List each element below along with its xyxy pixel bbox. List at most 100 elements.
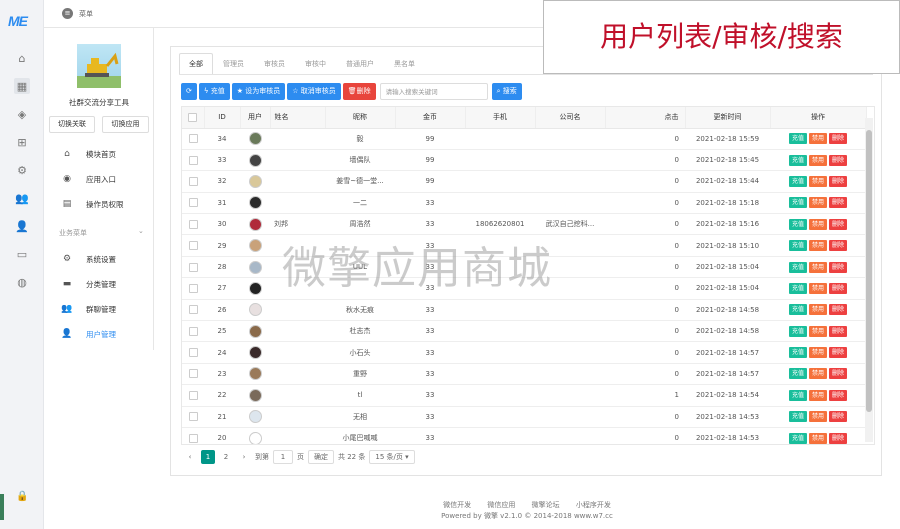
footer-link[interactable]: 小程序开发 xyxy=(576,501,611,509)
row-delete-button[interactable]: 删除 xyxy=(829,154,848,166)
sidebar-item-operator-perms[interactable]: ▤ 操作员权限 xyxy=(44,192,154,216)
page-size-select[interactable]: 15 条/页 ▾ xyxy=(369,450,415,464)
row-ban-button[interactable]: 禁用 xyxy=(808,282,827,294)
sidebar-item-app-entry[interactable]: ◉ 应用入口 xyxy=(44,167,154,191)
apps-icon[interactable]: ⊞ xyxy=(14,134,30,150)
grid-icon[interactable]: ▦ xyxy=(14,78,30,94)
refresh-button[interactable]: ⟳ xyxy=(181,83,197,100)
row-delete-button[interactable]: 删除 xyxy=(829,304,848,316)
row-ban-button[interactable]: 禁用 xyxy=(808,432,827,444)
row-ban-button[interactable]: 禁用 xyxy=(808,261,827,273)
row-checkbox[interactable] xyxy=(188,176,198,186)
row-checkbox[interactable] xyxy=(188,305,198,315)
goto-confirm-button[interactable]: 确定 xyxy=(308,450,334,464)
row-recharge-button[interactable]: 充值 xyxy=(788,368,807,380)
row-recharge-button[interactable]: 充值 xyxy=(788,175,807,187)
sidebar-item-module-home[interactable]: ⌂ 模块首页 xyxy=(44,142,154,166)
row-ban-button[interactable]: 禁用 xyxy=(808,389,827,401)
table-row[interactable]: 20 小尾巴喊喊 33 0 2021-02-18 14:53 充值 禁用 删除 xyxy=(182,427,866,444)
tab-pending[interactable]: 审核中 xyxy=(295,53,336,75)
header-coins[interactable]: 金币 xyxy=(395,107,466,129)
menu-label[interactable]: 菜单 xyxy=(79,9,93,19)
row-recharge-button[interactable]: 充值 xyxy=(788,133,807,145)
row-recharge-button[interactable]: 充值 xyxy=(788,389,807,401)
row-ban-button[interactable]: 禁用 xyxy=(808,304,827,316)
row-checkbox[interactable] xyxy=(188,134,198,144)
row-delete-button[interactable]: 删除 xyxy=(829,389,848,401)
search-input[interactable] xyxy=(379,83,488,100)
row-checkbox[interactable] xyxy=(188,433,198,443)
switch-link-button[interactable]: 切换关联 xyxy=(49,116,95,133)
table-row[interactable]: 34 毅 99 0 2021-02-18 15:59 充值 禁用 删除 xyxy=(182,128,866,150)
row-recharge-button[interactable]: 充值 xyxy=(788,432,807,444)
table-row[interactable]: 22 tl 33 1 2021-02-18 14:54 充值 禁用 删除 xyxy=(182,384,866,407)
tab-admin[interactable]: 管理员 xyxy=(213,53,254,75)
recharge-button[interactable]: ϟ 充值 xyxy=(198,83,230,100)
row-delete-button[interactable]: 删除 xyxy=(829,325,848,337)
table-row[interactable]: 23 重野 33 0 2021-02-18 14:57 充值 禁用 删除 xyxy=(182,363,866,386)
table-row[interactable]: 32 姜雪~德一堂... 99 0 2021-02-18 15:44 充值 禁用 删除 xyxy=(182,170,866,193)
row-recharge-button[interactable]: 充值 xyxy=(788,218,807,230)
row-recharge-button[interactable]: 充值 xyxy=(788,411,807,423)
page-1-button[interactable]: 1 xyxy=(201,450,215,464)
row-ban-button[interactable]: 禁用 xyxy=(808,175,827,187)
tab-auditor[interactable]: 审核员 xyxy=(254,53,295,75)
table-scrollbar[interactable] xyxy=(865,118,873,442)
lock-icon[interactable]: 🔒 xyxy=(16,491,28,502)
row-delete-button[interactable]: 删除 xyxy=(829,197,848,209)
row-ban-button[interactable]: 禁用 xyxy=(808,240,827,252)
row-checkbox[interactable] xyxy=(188,369,198,379)
sidebar-item-category[interactable]: ▬ 分类管理 xyxy=(44,272,154,296)
prev-page-button[interactable]: ‹ xyxy=(183,450,197,464)
table-row[interactable]: 25 杜志杰 33 0 2021-02-18 14:58 充值 禁用 删除 xyxy=(182,320,866,343)
row-checkbox[interactable] xyxy=(188,155,198,165)
footer-link[interactable]: 微信开发 xyxy=(443,501,471,509)
footer-link[interactable]: 微擎论坛 xyxy=(532,501,560,509)
chevron-down-icon[interactable]: ⌄ xyxy=(138,227,144,235)
tab-all[interactable]: 全部 xyxy=(179,53,213,75)
sidebar-item-user-manage[interactable]: 👤 用户管理 xyxy=(44,322,154,346)
table-row[interactable]: 24 小石头 33 0 2021-02-18 14:57 充值 禁用 删除 xyxy=(182,341,866,364)
row-delete-button[interactable]: 删除 xyxy=(829,218,848,230)
row-delete-button[interactable]: 删除 xyxy=(829,282,848,294)
row-recharge-button[interactable]: 充值 xyxy=(788,197,807,209)
row-delete-button[interactable]: 删除 xyxy=(829,133,848,145)
row-checkbox[interactable] xyxy=(188,326,198,336)
row-ban-button[interactable]: 禁用 xyxy=(808,347,827,359)
tab-normal-user[interactable]: 普通用户 xyxy=(336,53,384,75)
row-checkbox[interactable] xyxy=(188,241,198,251)
row-ban-button[interactable]: 禁用 xyxy=(808,218,827,230)
row-checkbox[interactable] xyxy=(188,412,198,422)
row-ban-button[interactable]: 禁用 xyxy=(808,197,827,209)
users-icon[interactable]: 👥 xyxy=(14,190,30,206)
header-updated[interactable]: 更新时间 xyxy=(685,107,771,129)
table-row[interactable]: 26 秋水无痕 33 0 2021-02-18 14:58 充值 禁用 删除 xyxy=(182,299,866,322)
menu-icon[interactable]: ≡ xyxy=(62,8,73,19)
row-recharge-button[interactable]: 充值 xyxy=(788,154,807,166)
logo[interactable]: ME xyxy=(8,13,28,29)
table-row[interactable]: 33 墙偶队 99 0 2021-02-18 15:45 充值 禁用 删除 xyxy=(182,149,866,172)
goto-page-input[interactable]: 1 xyxy=(273,450,293,464)
row-checkbox[interactable] xyxy=(188,198,198,208)
row-recharge-button[interactable]: 充值 xyxy=(788,282,807,294)
sidebar-item-group-chat[interactable]: 👥 群聊管理 xyxy=(44,297,154,321)
row-checkbox[interactable] xyxy=(188,219,198,229)
next-page-button[interactable]: › xyxy=(237,450,251,464)
row-ban-button[interactable]: 禁用 xyxy=(808,325,827,337)
header-clicks[interactable]: 点击 xyxy=(605,107,686,129)
table-row[interactable]: 31 一二 33 0 2021-02-18 15:18 充值 禁用 删除 xyxy=(182,192,866,215)
row-recharge-button[interactable]: 充值 xyxy=(788,240,807,252)
row-ban-button[interactable]: 禁用 xyxy=(808,133,827,145)
row-delete-button[interactable]: 删除 xyxy=(829,240,848,252)
user-cog-icon[interactable]: 👤 xyxy=(14,218,30,234)
row-ban-button[interactable]: 禁用 xyxy=(808,411,827,423)
switch-app-button[interactable]: 切换应用 xyxy=(102,116,149,133)
row-delete-button[interactable]: 删除 xyxy=(829,368,848,380)
header-id[interactable]: ID xyxy=(204,107,241,129)
tab-blacklist[interactable]: 黑名单 xyxy=(384,53,425,75)
select-all-checkbox[interactable] xyxy=(188,112,198,122)
row-checkbox[interactable] xyxy=(188,390,198,400)
table-row[interactable]: 21 无相 33 0 2021-02-18 14:53 充值 禁用 删除 xyxy=(182,406,866,428)
row-recharge-button[interactable]: 充值 xyxy=(788,347,807,359)
row-checkbox[interactable] xyxy=(188,348,198,358)
